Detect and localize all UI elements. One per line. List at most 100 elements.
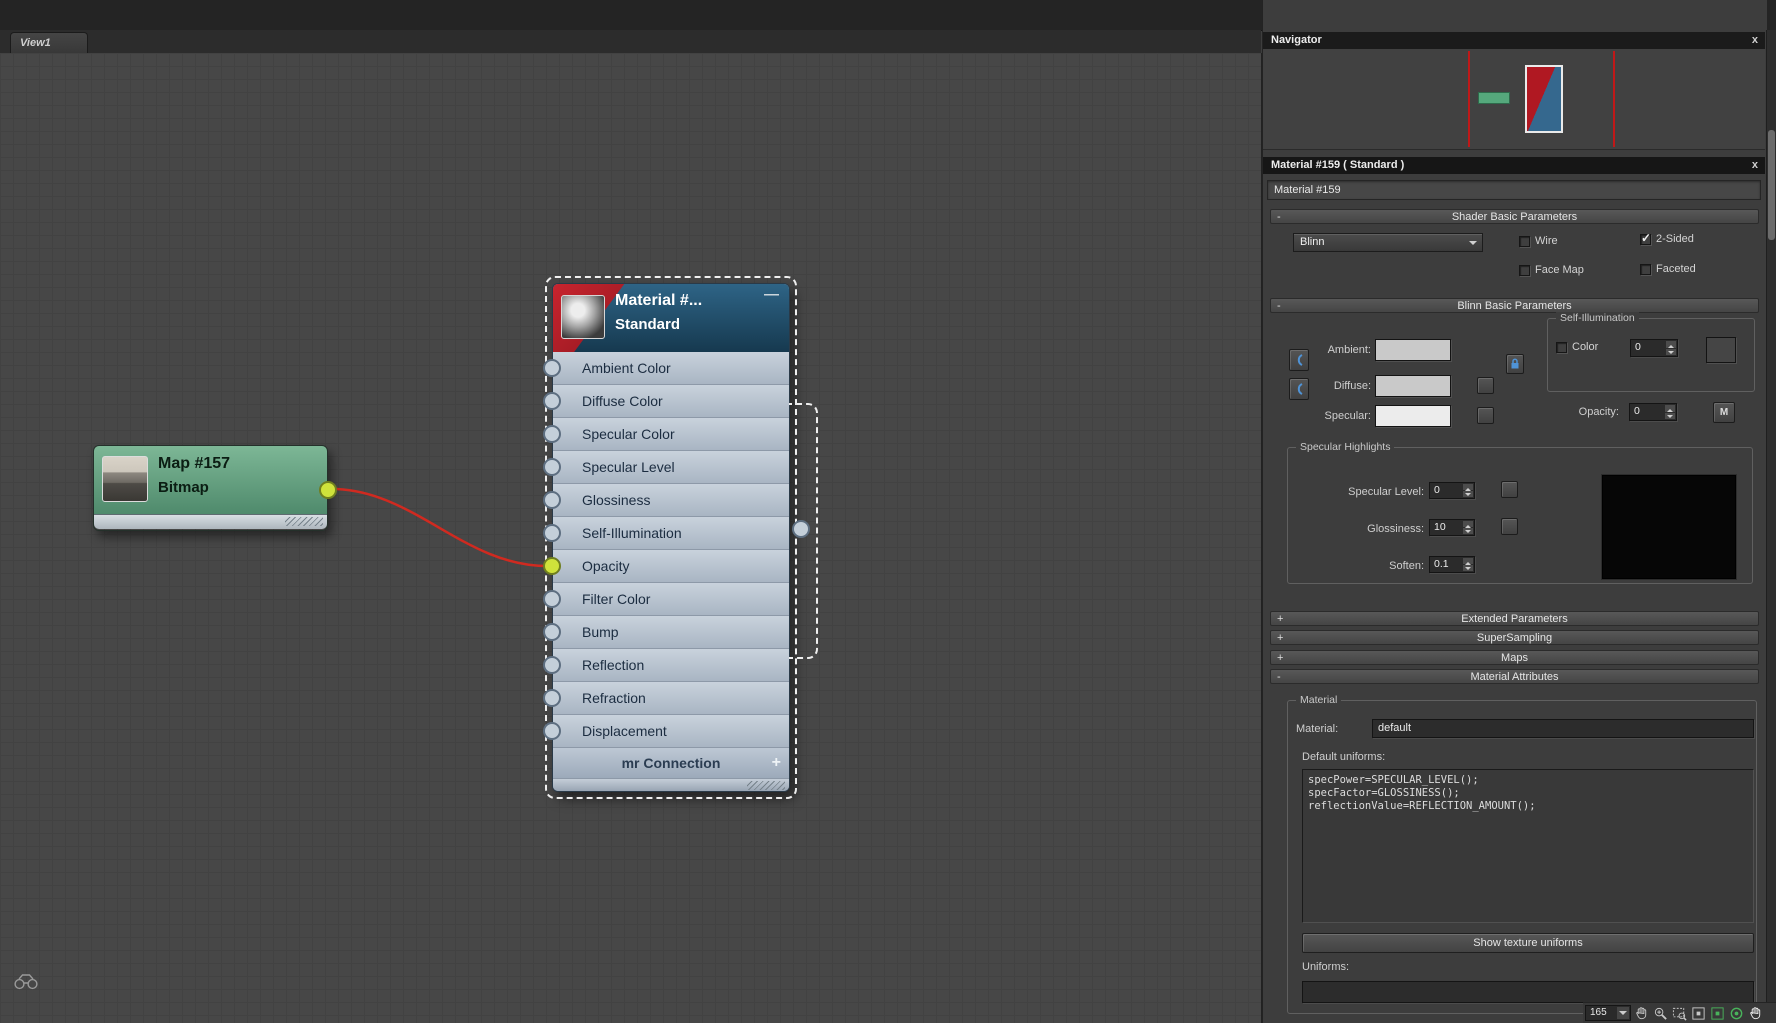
collapse-node-icon[interactable]: — bbox=[764, 286, 779, 303]
spinner-arrows-icon[interactable] bbox=[1666, 341, 1676, 355]
self-illumination-color-checkbox[interactable]: Color bbox=[1556, 341, 1598, 353]
resize-grip-icon[interactable] bbox=[747, 781, 785, 790]
material-value-field[interactable]: default bbox=[1372, 719, 1754, 738]
slot-row-opacity[interactable]: Opacity bbox=[543, 550, 789, 583]
slot-row-reflection[interactable]: Reflection bbox=[543, 649, 789, 682]
specular-color-swatch[interactable] bbox=[1375, 405, 1451, 427]
input-socket[interactable] bbox=[543, 491, 561, 509]
slot-row-mr-connection[interactable]: mr Connection + bbox=[553, 748, 789, 779]
input-socket[interactable] bbox=[543, 656, 561, 674]
node-map-157[interactable]: Map #157 Bitmap bbox=[93, 445, 337, 531]
chevron-down-icon[interactable] bbox=[1617, 1007, 1629, 1019]
diffuse-color-swatch[interactable] bbox=[1375, 375, 1451, 397]
specular-level-spinner[interactable]: 0 bbox=[1429, 482, 1475, 499]
input-socket[interactable] bbox=[543, 458, 561, 476]
input-socket[interactable] bbox=[543, 392, 561, 410]
find-icon[interactable] bbox=[14, 973, 38, 995]
zoom-tool-icon[interactable] bbox=[1652, 1005, 1669, 1022]
slot-row-specular-level[interactable]: Specular Level bbox=[543, 451, 789, 484]
navigator-minimap[interactable] bbox=[1263, 49, 1765, 150]
material-name-field[interactable]: Material #159 bbox=[1267, 180, 1761, 200]
uniforms-label: Uniforms: bbox=[1302, 961, 1350, 973]
close-icon[interactable]: x bbox=[1752, 157, 1758, 174]
group-title: Self-Illumination bbox=[1556, 312, 1639, 324]
resize-grip-icon[interactable] bbox=[285, 517, 323, 526]
glossiness-spinner[interactable]: 10 bbox=[1429, 519, 1475, 536]
lock-button[interactable] bbox=[1506, 354, 1524, 374]
rollout-title: SuperSampling bbox=[1476, 632, 1553, 644]
rollout-shader-basic-parameters[interactable]: - Shader Basic Parameters bbox=[1270, 209, 1759, 224]
material-output-socket[interactable] bbox=[792, 520, 810, 538]
self-illumination-swatch[interactable] bbox=[1706, 337, 1736, 363]
input-socket[interactable] bbox=[543, 425, 561, 443]
panel-scrollbar[interactable] bbox=[1766, 30, 1776, 1023]
specular-level-map-button[interactable] bbox=[1501, 481, 1518, 498]
rollout-supersampling[interactable]: + SuperSampling bbox=[1270, 630, 1759, 645]
spinner-arrows-icon[interactable] bbox=[1463, 521, 1473, 534]
material-panel-header[interactable]: Material #159 ( Standard ) x bbox=[1263, 157, 1765, 174]
pan-hand-icon[interactable] bbox=[1633, 1005, 1650, 1022]
close-icon[interactable]: x bbox=[1752, 32, 1758, 49]
spinner-arrows-icon[interactable] bbox=[1463, 558, 1473, 571]
slot-label: Glossiness bbox=[582, 492, 651, 508]
rollout-blinn-basic-parameters[interactable]: - Blinn Basic Parameters bbox=[1270, 298, 1759, 313]
glossiness-map-button[interactable] bbox=[1501, 518, 1518, 535]
faceted-checkbox[interactable]: Faceted bbox=[1640, 263, 1696, 275]
slot-row-bump[interactable]: Bump bbox=[543, 616, 789, 649]
slot-row-specular-color[interactable]: Specular Color bbox=[543, 418, 789, 451]
zoom-region-icon[interactable] bbox=[1671, 1005, 1688, 1022]
slot-row-glossiness[interactable]: Glossiness bbox=[543, 484, 789, 517]
node-graph-canvas[interactable]: Map #157 Bitmap Material #... Standard — bbox=[0, 53, 1263, 1023]
tab-view1[interactable]: View1 bbox=[10, 32, 88, 53]
pan-view-icon[interactable] bbox=[1747, 1005, 1764, 1022]
slot-row-ambient-color[interactable]: Ambient Color bbox=[543, 352, 789, 385]
uniforms-field[interactable] bbox=[1302, 981, 1754, 1003]
show-texture-uniforms-button[interactable]: Show texture uniforms bbox=[1302, 933, 1754, 953]
specular-map-button[interactable] bbox=[1477, 407, 1494, 424]
soften-spinner[interactable]: 0.1 bbox=[1429, 556, 1475, 573]
output-socket[interactable] bbox=[319, 481, 337, 499]
node-material-159[interactable]: Material #... Standard — Ambient Color D… bbox=[543, 276, 818, 799]
rollout-material-attributes[interactable]: - Material Attributes bbox=[1270, 669, 1759, 684]
material-node-header[interactable]: Material #... Standard — bbox=[553, 284, 789, 352]
diffuse-map-button[interactable] bbox=[1477, 377, 1494, 394]
slot-row-self-illumination[interactable]: Self-Illumination bbox=[543, 517, 789, 550]
minimap-material-node[interactable] bbox=[1525, 65, 1563, 133]
chevron-down-icon[interactable] bbox=[1466, 237, 1480, 249]
slot-row-refraction[interactable]: Refraction bbox=[543, 682, 789, 715]
spinner-arrows-icon[interactable] bbox=[1463, 484, 1473, 497]
zoom-level-dropdown[interactable]: 165 bbox=[1585, 1005, 1631, 1021]
default-uniforms-textarea[interactable]: specPower=SPECULAR_LEVEL(); specFactor=G… bbox=[1302, 769, 1754, 923]
opacity-map-button[interactable]: M bbox=[1713, 402, 1735, 423]
spinner-arrows-icon[interactable] bbox=[1665, 405, 1675, 419]
ambient-color-swatch[interactable] bbox=[1375, 339, 1451, 361]
navigator-header[interactable]: Navigator x bbox=[1263, 32, 1765, 49]
spinner-value: 10 bbox=[1434, 521, 1446, 533]
checkbox-label: Wire bbox=[1535, 235, 1558, 247]
expand-connection-icon[interactable]: + bbox=[772, 748, 781, 778]
shader-type-dropdown[interactable]: Blinn bbox=[1293, 233, 1483, 252]
zoom-extents-all-icon[interactable] bbox=[1709, 1005, 1726, 1022]
slot-row-displacement[interactable]: Displacement bbox=[543, 715, 789, 748]
rollout-maps[interactable]: + Maps bbox=[1270, 650, 1759, 665]
input-socket[interactable] bbox=[543, 524, 561, 542]
minimap-map-node[interactable] bbox=[1478, 92, 1510, 104]
face-map-checkbox[interactable]: Face Map bbox=[1519, 264, 1584, 276]
input-socket[interactable] bbox=[543, 359, 561, 377]
slot-row-diffuse-color[interactable]: Diffuse Color bbox=[543, 385, 789, 418]
input-socket[interactable] bbox=[543, 722, 561, 740]
map-node-header[interactable]: Map #157 Bitmap bbox=[94, 446, 327, 514]
slot-row-filter-color[interactable]: Filter Color bbox=[543, 583, 789, 616]
wire-checkbox[interactable]: Wire bbox=[1519, 235, 1558, 247]
self-illumination-spinner[interactable]: 0 bbox=[1630, 339, 1678, 357]
zoom-extents-icon[interactable] bbox=[1690, 1005, 1707, 1022]
input-socket-connected[interactable] bbox=[543, 557, 561, 575]
input-socket[interactable] bbox=[543, 623, 561, 641]
opacity-spinner[interactable]: 0 bbox=[1629, 403, 1677, 421]
two-sided-checkbox[interactable]: ✓ 2-Sided bbox=[1640, 231, 1694, 245]
input-socket[interactable] bbox=[543, 590, 561, 608]
input-socket[interactable] bbox=[543, 689, 561, 707]
zoom-extents-selected-icon[interactable] bbox=[1728, 1005, 1745, 1022]
scrollbar-thumb[interactable] bbox=[1768, 130, 1775, 240]
rollout-extended-parameters[interactable]: + Extended Parameters bbox=[1270, 611, 1759, 626]
